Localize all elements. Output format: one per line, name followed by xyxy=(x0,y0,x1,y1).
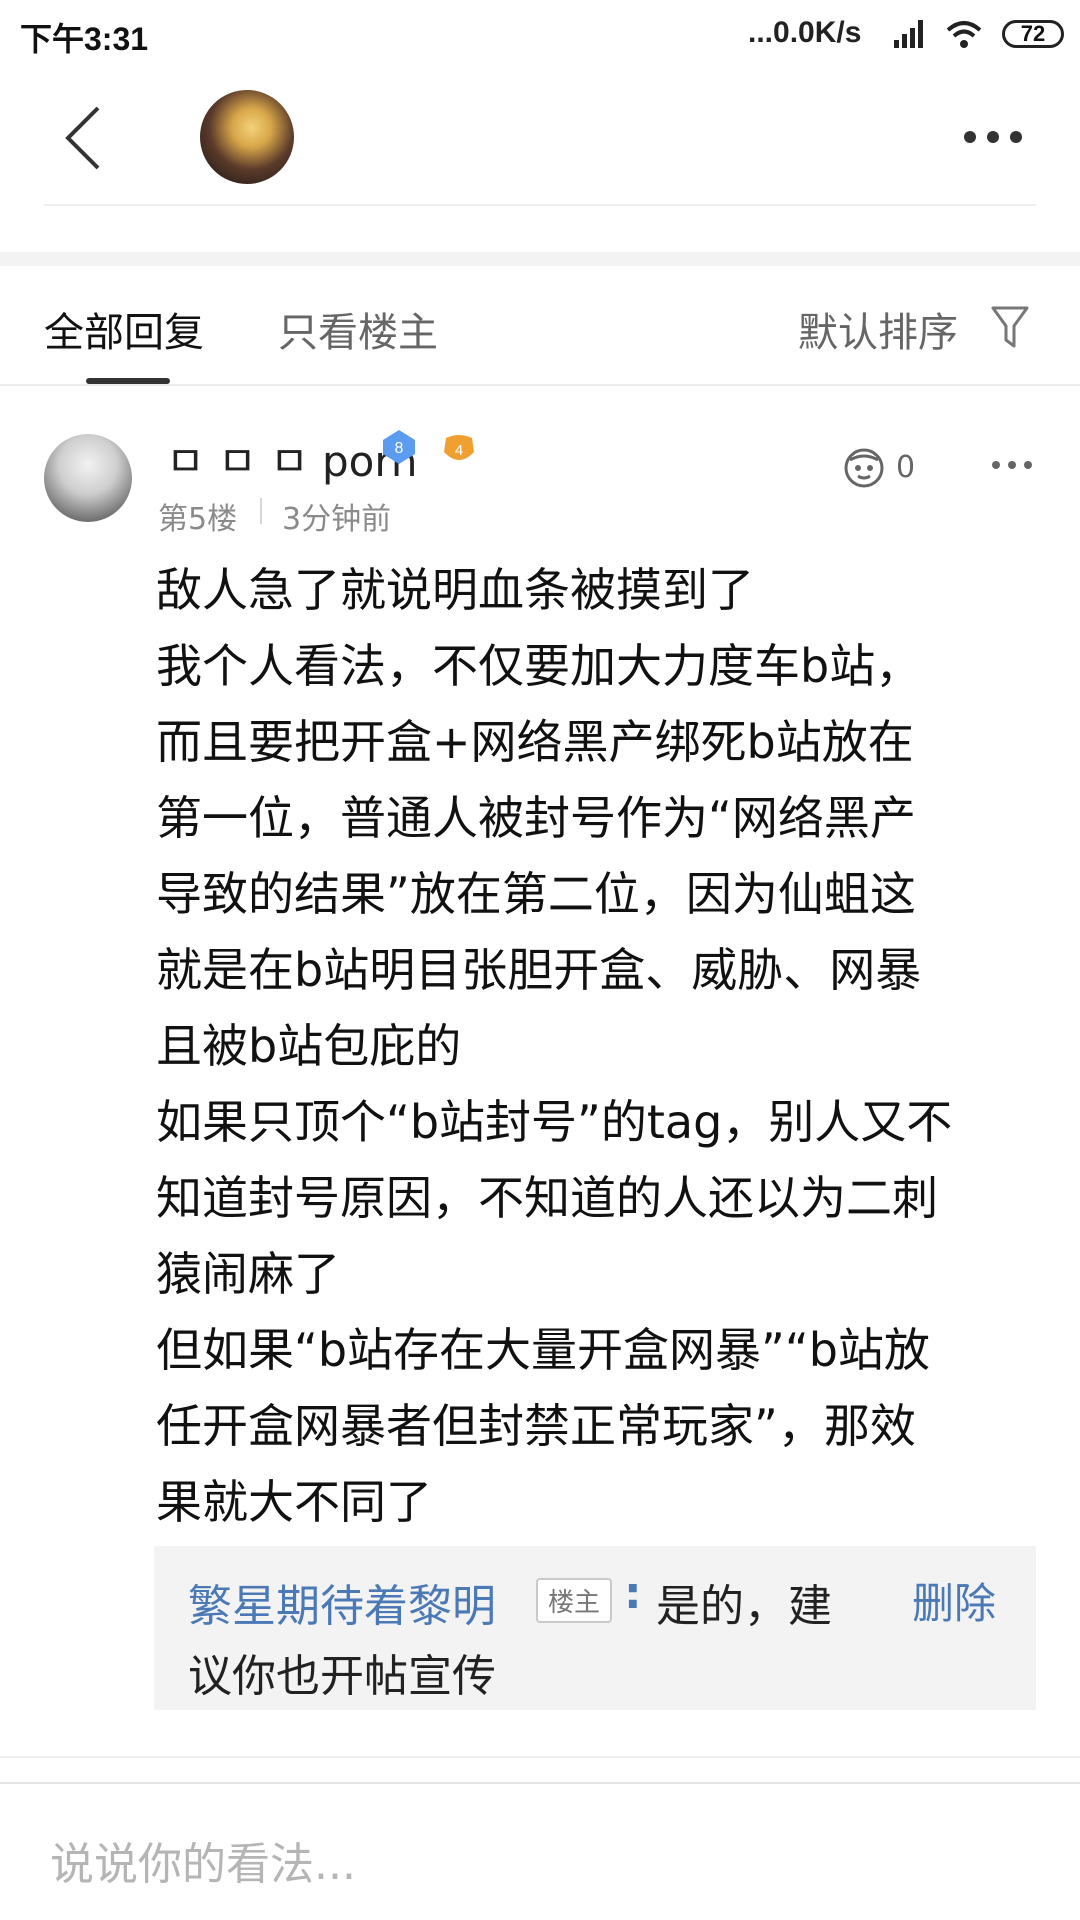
section-gap xyxy=(0,252,1080,266)
meta-separator xyxy=(260,498,262,524)
comment-line: 且被b站包庇的 xyxy=(156,1019,462,1073)
network-speed: ...0.0K/s xyxy=(748,16,862,49)
tab-op-only[interactable]: 只看楼主 xyxy=(278,300,438,358)
tab-all-replies[interactable]: 全部回复 xyxy=(44,300,204,358)
comment-line: 敌人急了就说明血条被摸到了 xyxy=(156,563,754,617)
svg-text:8: 8 xyxy=(395,440,404,457)
comment-line: 任开盒网暴者但封禁正常玩家”，那效 xyxy=(156,1399,916,1453)
reply-colon: : xyxy=(624,1568,642,1619)
author-avatar[interactable] xyxy=(200,90,294,184)
reply-text: 是的，建 xyxy=(656,1581,832,1632)
filter-icon[interactable] xyxy=(990,304,1030,350)
commenter-avatar[interactable] xyxy=(44,434,132,522)
reply-author[interactable]: 繁星期待着黎明 xyxy=(188,1570,496,1634)
section-divider xyxy=(0,1756,1080,1758)
tabs-divider xyxy=(0,384,1080,386)
op-tag: 楼主 xyxy=(536,1578,613,1623)
signal-icon xyxy=(894,20,923,48)
comment-time: 3分钟前 xyxy=(282,502,392,537)
comment-content: 敌人急了就说明血条被摸到了 我个人看法，不仅要加大力度车b站， 而且要把开盒+网… xyxy=(156,552,1036,1540)
comment-line: 导致的结果”放在第二位，因为仙蛆这 xyxy=(156,867,916,921)
comment-line: 就是在b站明目张胆开盒、威胁、网暴 xyxy=(156,943,922,997)
top-bar xyxy=(0,72,1080,202)
more-horizontal-icon[interactable] xyxy=(962,128,1024,146)
level-badge-icon: 8 xyxy=(383,430,415,464)
wifi-icon xyxy=(946,21,982,48)
comment-line: 果就大不同了 xyxy=(156,1475,432,1529)
floor-number: 第5楼 xyxy=(158,502,238,537)
svg-text:4: 4 xyxy=(455,442,463,459)
comment-line: 如果只顶个“b站封号”的tag，别人又不 xyxy=(156,1095,953,1149)
sort-dropdown[interactable]: 默认排序 xyxy=(798,300,958,358)
comment-line: 第一位，普通人被封号作为“网络黑产 xyxy=(156,791,916,845)
fan-level-badge-icon: 4 xyxy=(444,435,474,460)
comment-line: 我个人看法，不仅要加大力度车b站， xyxy=(156,639,922,693)
reply-text: 议你也开帖宣传 xyxy=(188,1651,496,1702)
comment-more-icon[interactable] xyxy=(990,452,1034,478)
chevron-left-icon[interactable] xyxy=(62,104,102,172)
header-divider xyxy=(44,204,1036,206)
comment-line: 但如果“b站存在大量开盒网暴”“b站放 xyxy=(156,1323,930,1377)
battery-indicator: 72 xyxy=(1002,20,1064,48)
comment-line: 猿闹麻了 xyxy=(156,1247,340,1301)
comment-line: 知道封号原因，不知道的人还以为二刺 xyxy=(156,1171,938,1225)
like-count: 0 xyxy=(896,450,916,485)
delete-button[interactable]: 删除 xyxy=(912,1570,996,1631)
like-icon[interactable] xyxy=(840,444,888,492)
comment-line: 而且要把开盒+网络黑产绑死b站放在 xyxy=(156,715,914,769)
reply-input-placeholder[interactable]: 说说你的看法... xyxy=(50,1828,356,1892)
status-bar: 下午3:31 ...0.0K/s 72 xyxy=(0,0,1080,72)
status-time: 下午3:31 xyxy=(20,21,149,57)
